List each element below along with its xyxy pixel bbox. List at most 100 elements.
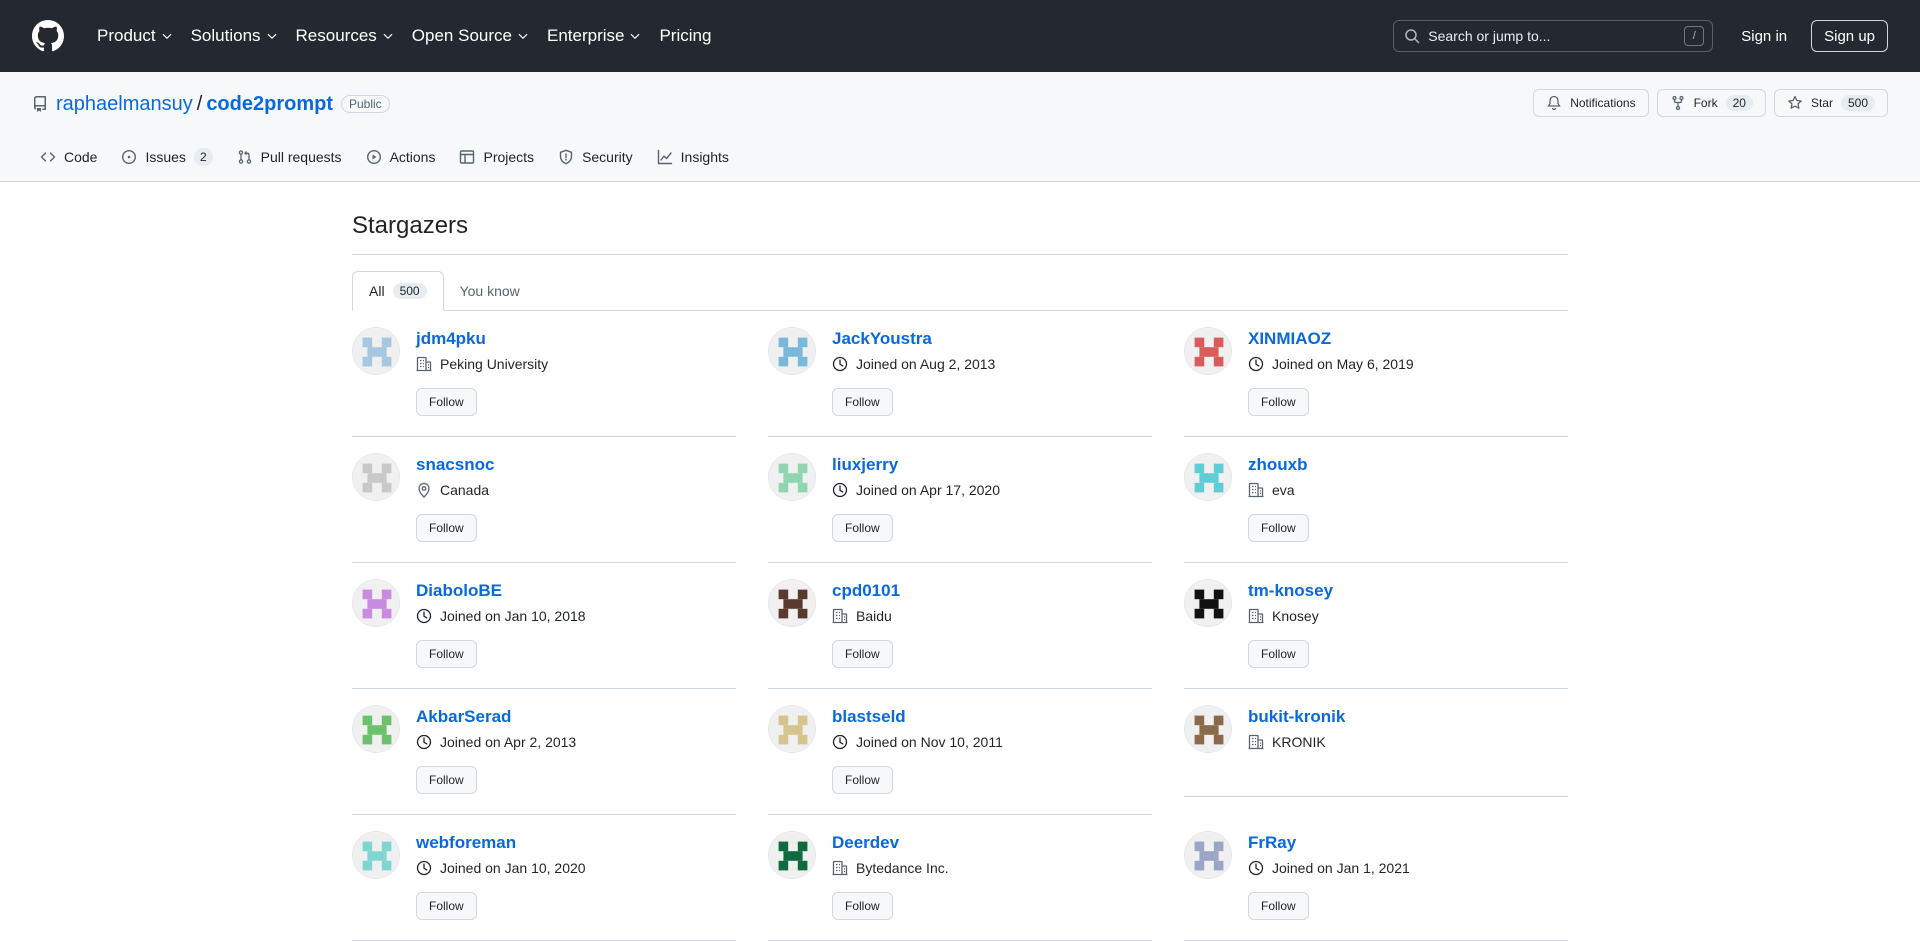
star-button[interactable]: Star 500	[1773, 89, 1888, 117]
user-meta-text: KRONIK	[1272, 734, 1326, 750]
tab-insights[interactable]: Insights	[649, 133, 737, 181]
search-input[interactable]: Search or jump to... /	[1393, 20, 1714, 52]
tab-pull-requests[interactable]: Pull requests	[229, 133, 350, 181]
follow-button[interactable]: Follow	[832, 766, 893, 794]
tab-you-know[interactable]: You know	[444, 271, 536, 310]
username-link[interactable]: jdm4pku	[416, 329, 486, 349]
follow-button[interactable]: Follow	[1248, 388, 1309, 416]
nav-label: Resources	[295, 26, 377, 45]
username-link[interactable]: liuxjerry	[832, 455, 898, 475]
tab-label: Insights	[680, 149, 729, 165]
user-meta: Joined on Jan 10, 2020	[416, 860, 736, 876]
username-link[interactable]: DiaboloBE	[416, 581, 502, 601]
tab-label: Code	[64, 149, 98, 165]
table-icon	[460, 150, 475, 164]
tab-issues[interactable]: Issues 2	[113, 133, 220, 181]
nav-resources[interactable]: Resources	[287, 18, 403, 54]
avatar[interactable]	[1184, 831, 1232, 879]
username-link[interactable]: blastseld	[832, 707, 906, 727]
nav-pricing[interactable]: Pricing	[650, 18, 720, 54]
username-link[interactable]: zhouxb	[1248, 455, 1308, 475]
repo-owner-link[interactable]: raphaelmansuy	[56, 93, 193, 116]
sign-in-link[interactable]: Sign in	[1729, 28, 1799, 45]
organization-icon	[832, 608, 848, 624]
follow-button[interactable]: Follow	[1248, 514, 1309, 542]
avatar[interactable]	[768, 831, 816, 879]
follow-button[interactable]: Follow	[832, 388, 893, 416]
avatar[interactable]	[768, 453, 816, 501]
avatar[interactable]	[1184, 327, 1232, 375]
fork-icon	[1671, 95, 1684, 111]
nav-enterprise[interactable]: Enterprise	[538, 18, 650, 54]
tab-actions[interactable]: Actions	[358, 133, 444, 181]
user-meta-text: Joined on Nov 10, 2011	[856, 734, 1003, 750]
sign-up-button[interactable]: Sign up	[1811, 20, 1888, 52]
avatar[interactable]	[352, 705, 400, 753]
tab-security[interactable]: Security	[550, 133, 641, 181]
avatar[interactable]	[352, 453, 400, 501]
follow-button[interactable]: Follow	[416, 388, 477, 416]
follow-button[interactable]: Follow	[832, 514, 893, 542]
username-link[interactable]: webforeman	[416, 833, 516, 853]
username-link[interactable]: bukit-kronik	[1248, 707, 1345, 727]
stargazer-filter-tabs: All 500 You know	[352, 271, 1568, 311]
tab-label: Issues	[145, 149, 186, 165]
avatar[interactable]	[768, 705, 816, 753]
follow-button[interactable]: Follow	[1248, 892, 1309, 920]
nav-label: Enterprise	[546, 26, 625, 45]
follow-button[interactable]: Follow	[416, 640, 477, 668]
user-meta: Joined on Jan 10, 2018	[416, 608, 736, 624]
organization-icon	[1248, 482, 1264, 498]
username-link[interactable]: AkbarSerad	[416, 707, 511, 727]
play-icon	[366, 149, 381, 165]
tab-all[interactable]: All 500	[352, 271, 444, 311]
follow-button[interactable]: Follow	[1248, 640, 1309, 668]
username-link[interactable]: JackYoustra	[832, 329, 932, 349]
avatar[interactable]	[1184, 453, 1232, 501]
follow-button[interactable]: Follow	[832, 640, 893, 668]
nav-product[interactable]: Product	[88, 18, 182, 54]
username-link[interactable]: Deerdev	[832, 833, 899, 853]
user-meta: Peking University	[416, 356, 736, 372]
location-icon	[418, 482, 430, 498]
chevron-down-icon	[267, 33, 276, 39]
username-link[interactable]: XINMIAOZ	[1248, 329, 1331, 349]
avatar[interactable]	[1184, 705, 1232, 753]
tab-label: Projects	[483, 149, 535, 165]
tab-projects[interactable]: Projects	[451, 133, 542, 181]
stargazer-card: DiaboloBE Joined on Jan 10, 2018 Follow	[352, 563, 736, 689]
github-logo-icon[interactable]	[32, 20, 64, 52]
user-meta-text: Joined on Aug 2, 2013	[856, 356, 996, 372]
username-link[interactable]: FrRay	[1248, 833, 1296, 853]
stargazer-card: tm-knosey Knosey Follow	[1184, 563, 1568, 689]
clock-icon	[416, 734, 432, 750]
avatar[interactable]	[352, 831, 400, 879]
username-link[interactable]: tm-knosey	[1248, 581, 1333, 601]
user-meta: Joined on Apr 17, 2020	[832, 482, 1152, 498]
stargazer-card: jdm4pku Peking University Follow	[352, 311, 736, 437]
avatar[interactable]	[352, 327, 400, 375]
code-icon	[40, 152, 56, 162]
username-link[interactable]: cpd0101	[832, 581, 900, 601]
stargazer-card: AkbarSerad Joined on Apr 2, 2013 Follow	[352, 689, 736, 815]
page-title: Stargazers	[352, 212, 1568, 255]
follow-button[interactable]: Follow	[416, 514, 477, 542]
notifications-button[interactable]: Notifications	[1533, 89, 1649, 117]
follow-button[interactable]: Follow	[832, 892, 893, 920]
nav-solutions[interactable]: Solutions	[182, 18, 287, 54]
avatar[interactable]	[768, 327, 816, 375]
tab-you-know-label: You know	[459, 282, 520, 299]
avatar[interactable]	[352, 579, 400, 627]
username-link[interactable]: snacsnoc	[416, 455, 494, 475]
avatar[interactable]	[768, 579, 816, 627]
follow-button[interactable]: Follow	[416, 892, 477, 920]
tab-code[interactable]: Code	[32, 133, 105, 181]
user-meta: Joined on May 6, 2019	[1248, 356, 1568, 372]
repo-name-link[interactable]: code2prompt	[206, 93, 333, 116]
user-meta-text: Bytedance Inc.	[856, 860, 949, 876]
fork-button[interactable]: Fork 20	[1656, 89, 1766, 117]
avatar[interactable]	[1184, 579, 1232, 627]
nav-open-source[interactable]: Open Source	[403, 18, 538, 54]
chevron-down-icon	[631, 33, 640, 39]
follow-button[interactable]: Follow	[416, 766, 477, 794]
